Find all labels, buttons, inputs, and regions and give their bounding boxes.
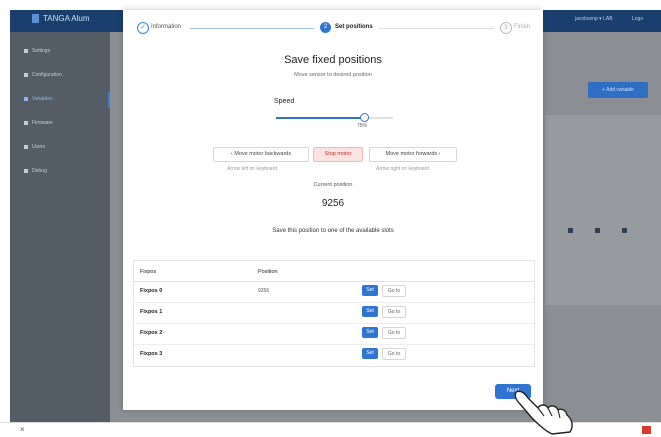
column-header-fixpos: Fixpos: [140, 269, 157, 275]
sidebar-item-debug[interactable]: Debug: [24, 168, 47, 174]
table-row: Fixpos 2 Set Go to: [134, 324, 534, 345]
table-row: Fixpos 3 Set Go to: [134, 345, 534, 365]
sidebar-item-label: Settings: [32, 48, 51, 54]
hand-cursor-icon: [514, 390, 573, 435]
add-variable-button[interactable]: + Add variable: [588, 82, 648, 98]
stop-motor-button[interactable]: Stop motor: [313, 147, 363, 162]
table-icon: [595, 228, 600, 233]
fixpos-name: Fixpos 0: [140, 288, 163, 294]
speed-value: 75%: [357, 123, 368, 129]
sidebar-item-label: Users: [32, 144, 46, 150]
goto-button[interactable]: Go to: [382, 327, 406, 339]
list-icon: [24, 96, 28, 101]
set-button[interactable]: Set: [362, 348, 378, 359]
step-set-positions-label: Set positions: [335, 24, 373, 30]
sidebar-item-label: Firmware: [32, 120, 53, 126]
variables-table-bg: [545, 115, 661, 305]
speed-label: Speed: [274, 98, 295, 105]
goto-button[interactable]: Go to: [382, 306, 406, 318]
current-position-label: Current position: [313, 182, 353, 188]
sidebar-item-variables[interactable]: Variables: [24, 96, 52, 102]
fixpos-table: Fixpos Position Fixpos 0 9256 Set Go to …: [133, 260, 535, 367]
speed-slider-fill: [276, 117, 364, 119]
check-icon: ✓: [137, 22, 149, 34]
table-row: Fixpos 1 Set Go to: [134, 303, 534, 324]
table-row: Fixpos 0 9256 Set Go to: [134, 282, 534, 303]
close-icon[interactable]: ×: [20, 425, 25, 434]
forward-hint: Arrow right on keyboard: [376, 166, 430, 172]
sidebar-item-label: Variables: [32, 96, 53, 102]
sidebar-item-label: Configuration: [32, 72, 62, 78]
speed-slider-handle[interactable]: [360, 113, 369, 122]
app-title: TANGA Alum: [43, 14, 90, 23]
app-logo: TANGA Alum: [32, 14, 90, 24]
chip-icon: [24, 120, 28, 125]
goto-button[interactable]: Go to: [382, 348, 406, 360]
sidebar-item-configuration[interactable]: Configuration: [24, 72, 62, 78]
step-connector: [190, 28, 314, 29]
user-icon: [24, 144, 28, 149]
logout-link[interactable]: Logo: [632, 16, 643, 22]
sidebar: Settings Configuration Variables Firmwar…: [10, 32, 110, 422]
user-menu[interactable]: jacobsonp ▾ LAB: [575, 16, 613, 22]
goto-button[interactable]: Go to: [382, 285, 406, 297]
sidebar-item-label: Debug: [32, 168, 47, 174]
step-set-positions-number: 2: [320, 22, 331, 33]
current-position-value: 9256: [321, 198, 345, 209]
fixpos-name: Fixpos 1: [140, 309, 163, 315]
step-finish-label: Finish: [514, 24, 531, 30]
set-button[interactable]: Set: [362, 306, 378, 317]
fixpos-name: Fixpos 3: [140, 351, 163, 357]
table-icon: [568, 228, 573, 233]
step-connector: [379, 28, 494, 29]
logo-icon: [32, 14, 39, 24]
save-positions-dialog: ✓ Information 2 Set positions 3 Finish S…: [123, 10, 543, 410]
fixpos-name: Fixpos 2: [140, 330, 163, 336]
backward-hint: Arrow left on keyboard: [227, 166, 278, 172]
set-button[interactable]: Set: [362, 285, 378, 296]
sliders-icon: [24, 72, 28, 77]
sidebar-item-firmware[interactable]: Firmware: [24, 120, 53, 126]
move-forwards-button[interactable]: Move motor forwards ›: [369, 147, 457, 162]
save-instructions: Save this position to one of the availab…: [272, 228, 394, 234]
gear-icon: [24, 48, 28, 53]
bug-icon: [24, 168, 28, 173]
move-backwards-button[interactable]: ‹ Move motor backwards: [213, 147, 309, 162]
column-header-position: Position: [258, 269, 278, 275]
set-button[interactable]: Set: [362, 327, 378, 338]
sidebar-item-settings[interactable]: Settings: [24, 48, 50, 54]
dialog-subtitle: Move sensor to desired position: [294, 72, 372, 78]
notification-icon[interactable]: [642, 426, 651, 434]
fixpos-position: 9256: [258, 288, 270, 294]
sidebar-item-users[interactable]: Users: [24, 144, 45, 150]
dialog-title: Save fixed positions: [284, 54, 382, 66]
wizard-steps: ✓ Information 2 Set positions 3 Finish: [123, 10, 543, 46]
step-information-label: Information: [151, 24, 182, 30]
step-finish-number: 3: [500, 22, 512, 34]
table-icon: [622, 228, 627, 233]
